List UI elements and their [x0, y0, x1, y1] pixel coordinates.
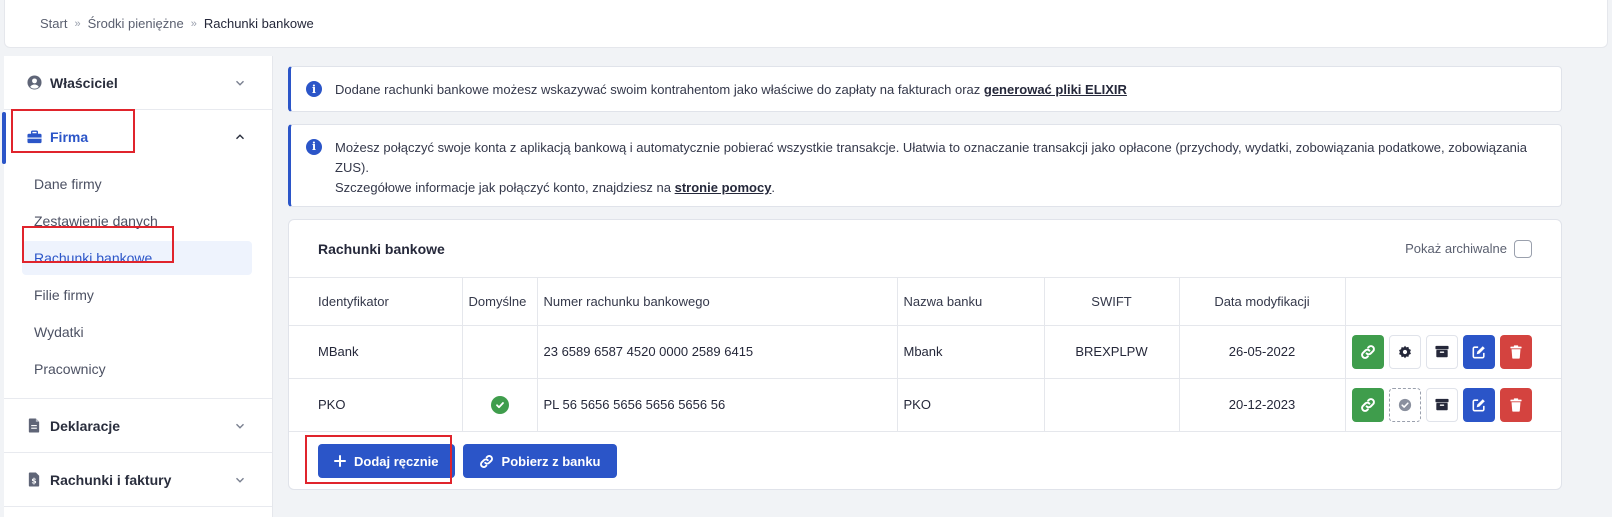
cell-actions: [1345, 325, 1561, 379]
link-icon: [1360, 344, 1375, 359]
breadcrumb: Start » Środki pieniężne » Rachunki bank…: [4, 0, 1608, 48]
sidebar: Właściciel Firma Dane firmy Zestawienie …: [2, 56, 273, 517]
card-title: Rachunki bankowe: [318, 240, 445, 257]
document-icon: [26, 418, 42, 434]
check-circle-icon: [1398, 398, 1411, 411]
chevron-down-icon: [234, 77, 246, 89]
alert-text-line1: Możesz połączyć swoje konta z aplikacją …: [335, 140, 1528, 175]
default-check-icon: [490, 395, 509, 414]
chevron-right-icon: »: [74, 17, 81, 30]
show-archived-toggle[interactable]: Pokaż archiwalne: [1405, 239, 1532, 258]
cell-default: [462, 378, 538, 432]
chevron-up-icon: [234, 131, 246, 143]
card-footer: Dodaj ręcznie Pobierz z banku: [318, 444, 617, 478]
show-archived-checkbox[interactable]: [1514, 239, 1532, 258]
info-icon: i: [306, 81, 322, 97]
briefcase-icon: [26, 129, 42, 145]
column-header-number[interactable]: Numer rachunku bankowego: [537, 278, 898, 326]
breadcrumb-start[interactable]: Start: [40, 16, 67, 31]
cell-swift: BREXPLPW: [1044, 325, 1180, 379]
settings-button[interactable]: [1388, 334, 1421, 369]
sidebar-item-employees[interactable]: Pracownicy: [22, 352, 252, 386]
chevron-right-icon: »: [190, 17, 197, 30]
alert-text: Dodane rachunki bankowe możesz wskazywać…: [335, 81, 1127, 97]
cell-swift: [1044, 378, 1180, 432]
delete-button[interactable]: [1499, 334, 1532, 369]
info-alert-elixir: i Dodane rachunki bankowe możesz wskazyw…: [288, 66, 1562, 112]
edit-icon: [1472, 345, 1485, 358]
sidebar-section-label: Firma: [50, 129, 89, 145]
trash-icon: [1510, 397, 1522, 412]
column-header-swift[interactable]: SWIFT: [1044, 278, 1180, 326]
bank-accounts-card: Rachunki bankowe Pokaż archiwalne Identy…: [288, 219, 1562, 490]
cell-modified: 20-12-2023: [1179, 378, 1346, 432]
svg-text:$: $: [31, 477, 36, 486]
cell-id: MBank: [289, 325, 463, 379]
sidebar-section-declarations[interactable]: Deklaracje: [4, 399, 272, 453]
cell-number: PL 56 5656 5656 5656 5656 56: [537, 378, 898, 432]
bank-accounts-table: Identyfikator Domyślne Numer rachunku ba…: [289, 278, 1561, 432]
invoice-icon: $: [26, 472, 42, 488]
cell-number: 23 6589 6587 4520 0000 2589 6415: [537, 325, 898, 379]
table-header-row: Identyfikator Domyślne Numer rachunku ba…: [289, 278, 1561, 326]
user-circle-icon: [26, 75, 42, 91]
edit-button[interactable]: [1462, 387, 1495, 422]
chevron-down-icon: [234, 420, 246, 432]
alert-text-line2: Szczegółowe informacje jak połączyć kont…: [335, 180, 776, 195]
delete-button[interactable]: [1499, 387, 1532, 422]
sidebar-item-data-summary[interactable]: Zestawienie danych: [22, 204, 252, 238]
add-manually-label: Dodaj ręcznie: [354, 453, 439, 469]
column-header-actions: [1345, 278, 1561, 326]
breadcrumb-current: Rachunki bankowe: [203, 16, 314, 31]
elixir-link[interactable]: generować pliki ELIXIR: [984, 82, 1127, 97]
add-manually-button[interactable]: Dodaj ręcznie: [318, 444, 455, 478]
info-alert-bank-connect: i Możesz połączyć swoje konta z aplikacj…: [288, 124, 1562, 207]
column-header-modified[interactable]: Data modyfikacji: [1179, 278, 1346, 326]
trash-icon: [1510, 344, 1522, 359]
column-header-default[interactable]: Domyślne: [462, 278, 538, 326]
sidebar-item-bank-accounts[interactable]: Rachunki bankowe: [22, 241, 252, 275]
sidebar-item-expenses[interactable]: Wydatki: [22, 315, 252, 349]
sidebar-section-invoices[interactable]: $ Rachunki i faktury: [4, 453, 272, 507]
connect-bank-button[interactable]: [1351, 334, 1384, 369]
fetch-from-bank-label: Pobierz z banku: [501, 453, 601, 469]
sidebar-company-group: Firma Dane firmy Zestawienie danych Rach…: [2, 110, 272, 399]
sidebar-section-label: Właściciel: [50, 74, 118, 91]
archive-icon: [1435, 398, 1449, 411]
sidebar-section-owner[interactable]: Właściciel: [4, 56, 272, 110]
plus-icon: [334, 455, 346, 467]
link-icon: [1360, 397, 1375, 412]
set-default-button[interactable]: [1388, 387, 1421, 422]
chevron-down-icon: [234, 474, 246, 486]
sidebar-item-branches[interactable]: Filie firmy: [22, 278, 252, 312]
card-header: Rachunki bankowe Pokaż archiwalne: [289, 220, 1561, 278]
sidebar-section-company[interactable]: Firma: [2, 110, 272, 164]
column-header-id[interactable]: Identyfikator: [289, 278, 463, 326]
link-icon: [479, 454, 493, 468]
sidebar-item-company-data[interactable]: Dane firmy: [22, 167, 252, 201]
help-page-link[interactable]: stronie pomocy: [675, 180, 772, 195]
cell-bank: PKO: [897, 378, 1045, 432]
archive-button[interactable]: [1425, 387, 1458, 422]
cell-default: [462, 325, 538, 379]
edit-button[interactable]: [1462, 334, 1495, 369]
fetch-from-bank-button[interactable]: Pobierz z banku: [462, 444, 617, 478]
breadcrumb-cash[interactable]: Środki pieniężne: [88, 16, 184, 31]
edit-icon: [1472, 398, 1485, 411]
table-row: PKO PL 56 5656 5656 5656 5656 56 PKO 20-…: [289, 378, 1561, 432]
show-archived-label: Pokaż archiwalne: [1405, 241, 1507, 256]
cell-modified: 26-05-2022: [1179, 325, 1346, 379]
table-row: MBank 23 6589 6587 4520 0000 2589 6415 M…: [289, 325, 1561, 379]
sidebar-section-label: Rachunki i faktury: [50, 471, 172, 488]
archive-icon: [1435, 345, 1449, 358]
column-header-bank[interactable]: Nazwa banku: [897, 278, 1045, 326]
sidebar-section-label: Deklaracje: [50, 417, 121, 434]
cell-actions: [1345, 378, 1561, 432]
connect-bank-button[interactable]: [1351, 387, 1384, 422]
archive-button[interactable]: [1425, 334, 1458, 369]
info-icon: i: [306, 139, 322, 155]
gear-icon: [1398, 345, 1411, 358]
cell-id: PKO: [289, 378, 463, 432]
cell-bank: Mbank: [897, 325, 1045, 379]
